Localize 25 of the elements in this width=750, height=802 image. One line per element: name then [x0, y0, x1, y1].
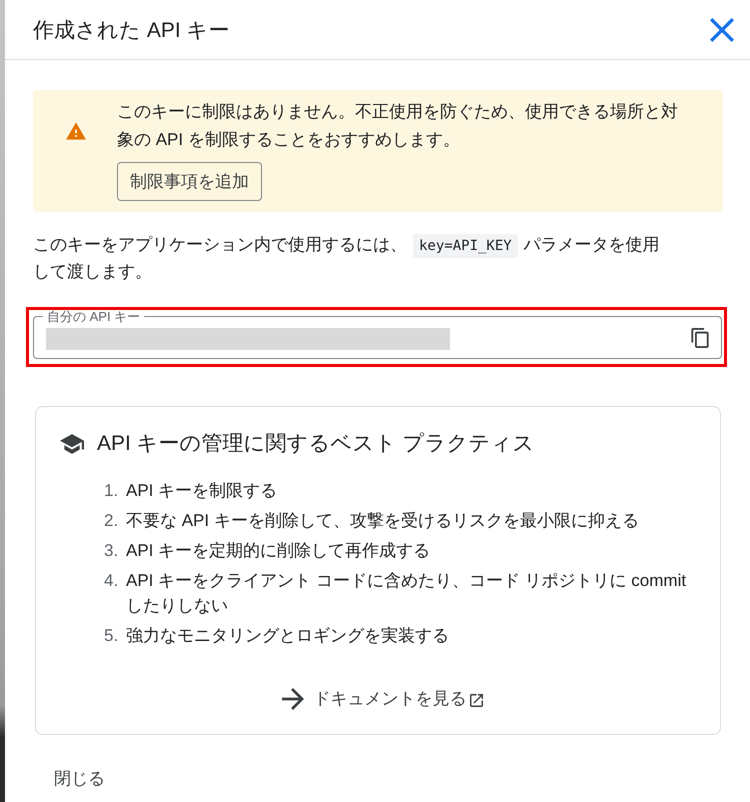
item-number: 4. [104, 570, 120, 592]
practice-text: 強力なモニタリングとロギングを実装する [126, 625, 449, 647]
item-number: 2. [104, 510, 120, 532]
warning-icon [66, 122, 86, 140]
practice-text: API キーをクライアント コードに含めたり、コード リポジトリに commit したりしない [126, 570, 688, 617]
item-number: 3. [104, 540, 120, 562]
practice-text: 不要な API キーを削除して、攻撃を受けるリスクを最小限に抑える [126, 510, 639, 532]
warning-text: このキーに制限はありません。不正使用を防ぐため、使用できる場所と対象の API を制限することをおすすめします。 [117, 101, 679, 151]
practice-text: API キーを制限する [126, 480, 278, 502]
card-title: API キーの管理に関するベスト プラクティス [97, 431, 535, 457]
practice-text: API キーを定期的に削除して再作成する [126, 540, 430, 562]
copy-button[interactable] [691, 328, 709, 348]
close-button[interactable]: 閉じる [46, 760, 113, 796]
copy-icon [691, 328, 709, 348]
dialog-title: 作成された API キー [33, 18, 230, 44]
item-number: 5. [104, 625, 120, 647]
graduation-cap-icon [60, 433, 84, 455]
add-restrictions-button[interactable]: 制限事項を追加 [117, 162, 262, 201]
field-label: 自分の API キー [43, 310, 144, 323]
usage-text: このキーをアプリケーション内で使用するには、 key=API_KEY パラメータを使用して渡します。 [33, 233, 661, 283]
documentation-link[interactable]: ドキュメントを見る [282, 687, 482, 711]
arrow-icon [282, 688, 304, 710]
close-icon [710, 18, 734, 42]
external-link-icon [470, 694, 482, 707]
item-number: 1. [104, 480, 120, 502]
